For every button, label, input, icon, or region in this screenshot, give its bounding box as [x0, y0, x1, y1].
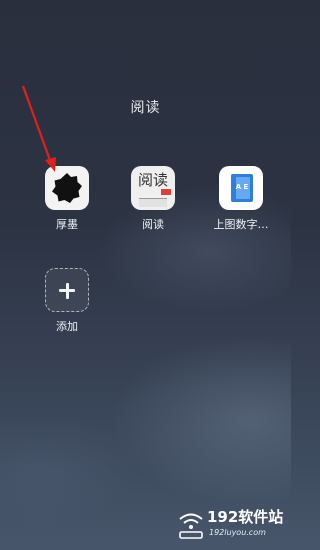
wifi-router-logo-icon [179, 513, 203, 539]
red-arrow-icon [21, 85, 56, 172]
watermark: 192软件站 192luyou.com [177, 506, 287, 546]
watermark-name: 192软件站 [207, 508, 284, 526]
watermark-url: 192luyou.com [209, 528, 266, 537]
